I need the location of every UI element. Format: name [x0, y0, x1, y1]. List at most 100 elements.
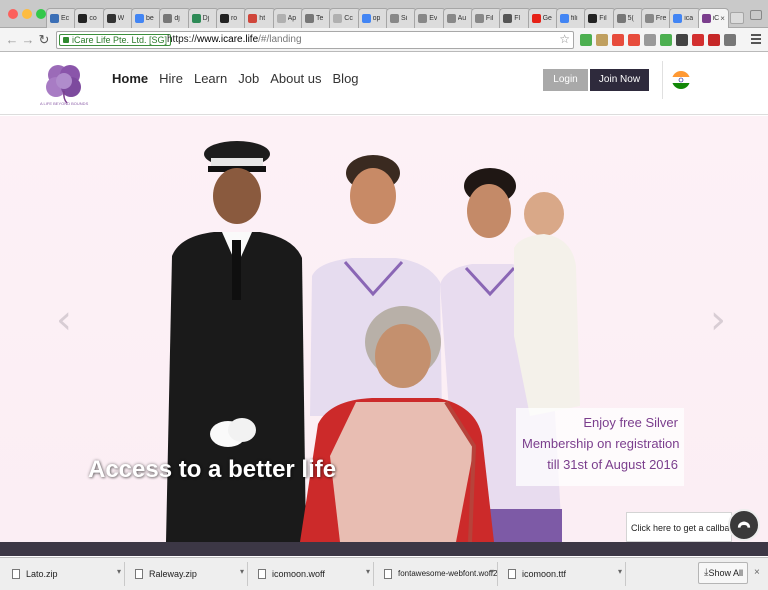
hamburger-menu-icon[interactable] — [751, 34, 761, 46]
browser-tab[interactable]: 5( — [612, 8, 644, 28]
download-menu-caret-icon[interactable]: ▾ — [618, 567, 622, 576]
browser-extension-icon[interactable] — [612, 34, 624, 46]
browser-tab[interactable]: iC × — [697, 8, 729, 28]
tab-title: ht — [259, 15, 266, 22]
browser-tab[interactable]: W — [102, 8, 134, 28]
url-scheme: https:// — [167, 34, 198, 45]
tab-favicon-icon — [276, 14, 286, 23]
browser-tab[interactable]: Ec — [46, 8, 78, 28]
download-item[interactable]: Raleway.zip ▾ — [127, 562, 248, 586]
tab-title: Ap — [287, 15, 297, 22]
close-window-icon[interactable] — [8, 9, 18, 19]
browser-tab[interactable]: Ev — [414, 8, 446, 28]
join-now-button[interactable]: Join Now — [590, 69, 649, 91]
window-menu-icon[interactable] — [750, 10, 762, 20]
browser-extension-icon[interactable] — [724, 34, 736, 46]
hero-slider: ‹ › Access to a better life Enjoy free S… — [0, 116, 768, 542]
india-flag-icon[interactable] — [672, 71, 690, 89]
browser-extension-icon[interactable] — [644, 34, 656, 46]
browser-tab[interactable]: Te — [300, 8, 333, 28]
browser-tab[interactable]: ht — [244, 8, 276, 28]
download-menu-caret-icon[interactable]: ▾ — [490, 567, 494, 576]
ev-certificate-badge[interactable]: iCare Life Pte. Ltd. [SG] — [59, 34, 172, 46]
main-nav: Home Hire Learn Job About us Blog — [112, 71, 359, 87]
download-item[interactable]: Lato.zip ▾ — [4, 562, 125, 586]
nav-home[interactable]: Home — [112, 71, 148, 87]
browser-extension-icon[interactable] — [628, 34, 640, 46]
tab-title: 5( — [627, 15, 634, 22]
bookmark-star-icon[interactable]: ☆ — [559, 32, 570, 46]
browser-tab[interactable]: ro — [215, 8, 248, 28]
tab-title: op — [372, 15, 381, 22]
browser-tab[interactable]: Cc — [329, 8, 361, 28]
download-menu-caret-icon[interactable]: ▾ — [366, 567, 370, 576]
browser-extension-icon[interactable] — [676, 34, 688, 46]
browser-tab[interactable]: Ge — [527, 8, 559, 28]
browser-tab-strip: Ec co Wbe dj Dj ro ht Ap Te Cc op Si Ev Au Fil Fl Ge fili… — [0, 0, 768, 28]
url-text[interactable]: https://www.icare.life/#/landing — [167, 34, 302, 46]
tab-title: Fil — [599, 15, 607, 22]
browser-tab[interactable]: Fil — [584, 8, 616, 28]
tab-close-icon[interactable]: × — [720, 14, 725, 23]
download-item[interactable]: icomoon.woff ▾ — [250, 562, 374, 586]
browser-tab[interactable]: Dj — [187, 8, 219, 28]
browser-tab[interactable]: fili — [555, 8, 588, 28]
nav-hire[interactable]: Hire — [159, 71, 183, 87]
nav-about-us[interactable]: About us — [270, 71, 321, 87]
browser-extension-icon[interactable] — [596, 34, 608, 46]
download-menu-caret-icon[interactable]: ▾ — [117, 567, 121, 576]
browser-tab[interactable]: co — [74, 8, 106, 28]
browser-toolbar: ← → ↻ iCare Life Pte. Ltd. [SG] https://… — [0, 28, 768, 52]
browser-tab[interactable]: Fil — [470, 8, 503, 28]
zoom-window-icon[interactable] — [36, 9, 46, 19]
nav-job[interactable]: Job — [238, 71, 259, 87]
tab-title: fili — [570, 15, 578, 22]
tab-favicon-icon — [134, 14, 144, 23]
header-divider — [662, 61, 663, 99]
file-icon — [258, 569, 266, 579]
download-menu-caret-icon[interactable]: ▾ — [240, 567, 244, 576]
tab-title: W — [117, 15, 125, 22]
next-slide-arrow-icon[interactable]: › — [710, 300, 726, 340]
browser-tab[interactable]: dj — [159, 8, 191, 28]
login-button[interactable]: Login — [543, 69, 588, 91]
show-all-downloads-button[interactable]: ⤓ Show All — [698, 562, 748, 584]
new-tab-button[interactable] — [730, 12, 744, 24]
callback-button[interactable]: Click here to get a callback — [626, 512, 739, 542]
browser-extension-icon[interactable] — [692, 34, 704, 46]
forward-arrow-icon[interactable]: → — [21, 32, 35, 48]
tab-list: Ec co Wbe dj Dj ro ht Ap Te Cc op Si Ev Au Fil Fl Ge fili… — [46, 8, 729, 28]
minimize-window-icon[interactable] — [22, 9, 32, 19]
back-arrow-icon[interactable]: ← — [5, 32, 19, 48]
browser-tab[interactable]: Fre — [640, 8, 673, 28]
url-path: /#/landing — [258, 34, 302, 45]
nav-learn[interactable]: Learn — [194, 71, 227, 87]
tab-favicon-icon — [474, 14, 484, 23]
promo-box: Enjoy free Silver Membership on registra… — [516, 408, 684, 486]
browser-extension-icon[interactable] — [708, 34, 720, 46]
promo-line-2: Membership on registration — [522, 436, 680, 451]
browser-tab[interactable]: Fl — [499, 8, 531, 28]
tab-title: Fl — [514, 15, 521, 22]
browser-tab[interactable]: Si — [385, 8, 418, 28]
tab-title: Te — [315, 15, 324, 22]
close-downloads-bar-icon[interactable]: × — [754, 567, 760, 578]
previous-slide-arrow-icon[interactable]: ‹ — [56, 300, 72, 340]
download-item[interactable]: icomoon.ttf ▾ — [500, 562, 626, 586]
browser-extension-icon[interactable] — [660, 34, 672, 46]
file-icon — [508, 569, 516, 579]
browser-tab[interactable]: ica — [669, 8, 701, 28]
address-bar[interactable]: iCare Life Pte. Ltd. [SG] https://www.ic… — [56, 31, 574, 49]
browser-tab[interactable]: op — [357, 8, 389, 28]
tab-favicon-icon — [106, 14, 116, 23]
phone-icon[interactable] — [728, 509, 760, 541]
reload-icon[interactable]: ↻ — [37, 32, 51, 48]
nav-blog[interactable]: Blog — [333, 71, 359, 87]
browser-tab[interactable]: Ap — [272, 8, 304, 28]
tab-favicon-icon — [503, 14, 513, 23]
tab-favicon-icon — [531, 14, 541, 23]
download-item[interactable]: fontawesome-webfont.woff2 ▾ — [376, 562, 498, 586]
browser-tab[interactable]: Au — [442, 8, 474, 28]
browser-extension-icon[interactable] — [580, 34, 592, 46]
browser-tab[interactable]: be — [130, 8, 163, 28]
